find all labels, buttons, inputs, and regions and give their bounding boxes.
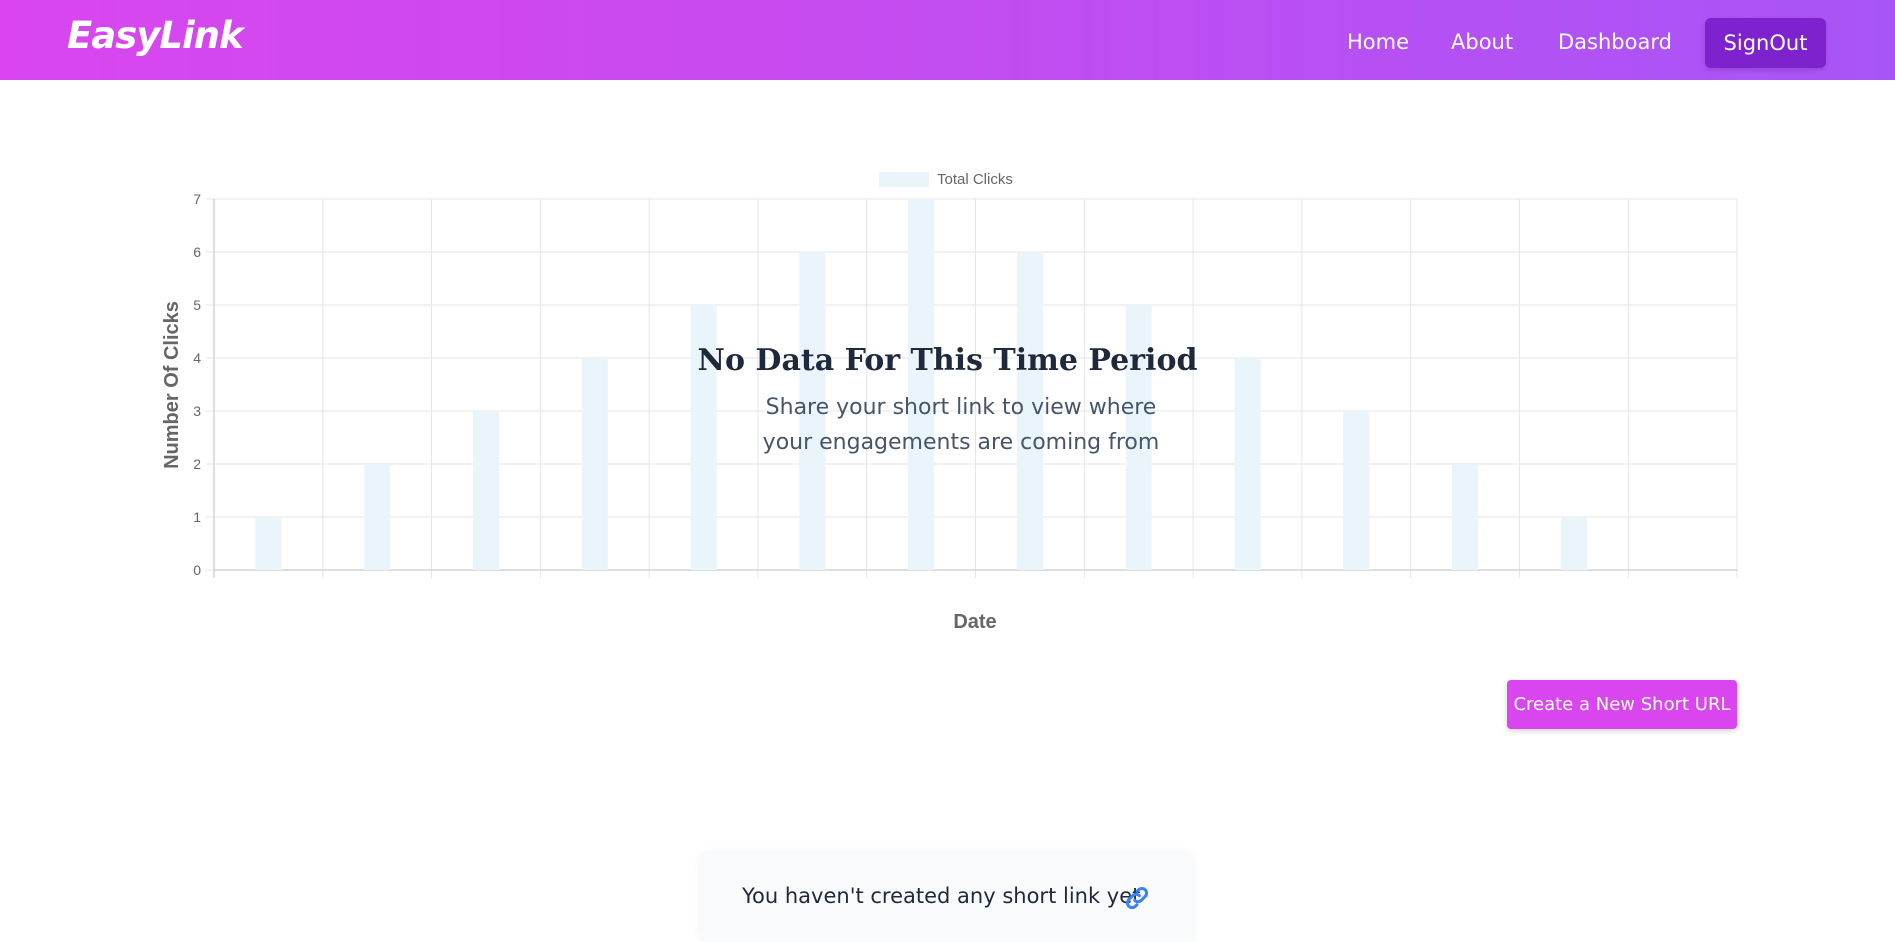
- y-axis-title: Number Of Clicks: [161, 301, 183, 469]
- bar: [1560, 517, 1587, 570]
- y-tick-label: 0: [193, 562, 201, 578]
- clicks-chart: 01234567Total ClicksDateNumber Of Clicks: [161, 171, 1738, 633]
- bar: [908, 199, 935, 570]
- legend-label: Total Clicks: [937, 171, 1013, 188]
- link-icon: [1125, 886, 1149, 910]
- y-tick-label: 6: [193, 244, 201, 260]
- legend-swatch: [879, 172, 929, 187]
- x-axis-title: Date: [953, 611, 996, 633]
- y-tick-label: 2: [193, 456, 201, 472]
- bar: [1452, 464, 1479, 570]
- bar: [1234, 358, 1261, 570]
- bar: [255, 517, 282, 570]
- bar: [581, 358, 608, 570]
- create-short-url-button[interactable]: Create a New Short URL: [1507, 680, 1737, 729]
- y-tick-label: 3: [193, 403, 201, 419]
- no-data-title: No Data For This Time Period: [697, 343, 1198, 378]
- empty-state-message: You haven't created any short link yet: [742, 884, 1141, 908]
- no-data-subtitle: Share your short link to view where your…: [762, 395, 1160, 455]
- y-tick-label: 1: [193, 509, 201, 525]
- y-tick-label: 7: [193, 191, 201, 207]
- bar: [364, 464, 391, 570]
- bar: [472, 411, 499, 570]
- y-tick-label: 5: [193, 297, 201, 313]
- bar: [1343, 411, 1370, 570]
